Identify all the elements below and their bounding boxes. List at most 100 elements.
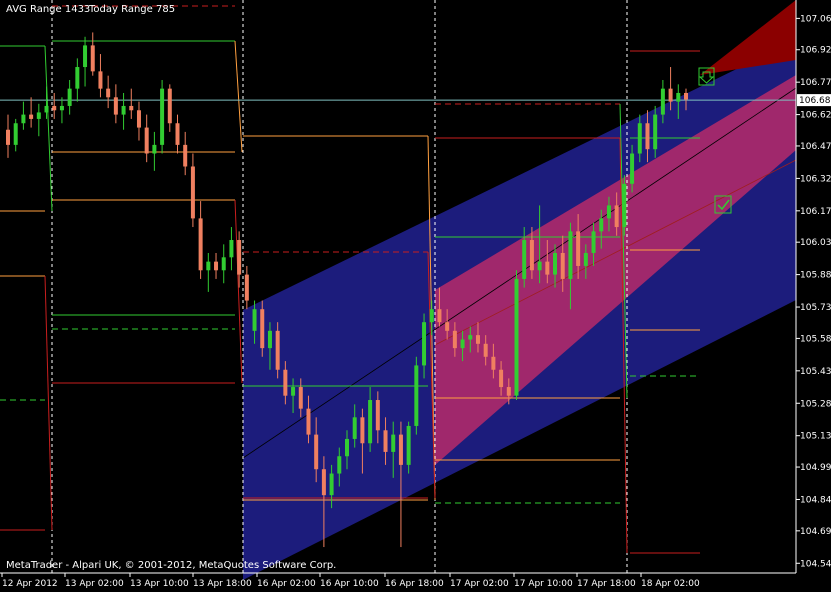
candle-body-33 [260,309,265,349]
y-tick-label-8: 105.880 [800,271,831,281]
candle-body-14 [113,97,118,115]
y-tick-label-10: 105.585 [800,334,831,344]
candle-body-84 [653,114,658,150]
candle-body-21 [167,88,172,124]
y-tick-label-12: 105.285 [800,399,831,409]
candle-body-53 [414,365,419,426]
candle-body-19 [152,144,157,154]
candle-body-39 [306,408,311,435]
candle-body-64 [499,369,504,388]
price-chart[interactable]: 107.065 106.920 106.770 106.620 106.475 106.3… [0,0,831,592]
candle-body-73 [568,231,573,279]
candle-body-24 [190,166,195,219]
candle-body-42 [329,473,334,496]
x-tick-label-3: 13 Apr 18:00 [193,579,252,589]
candle-body-0 [6,129,10,145]
candle-body-7 [59,105,64,111]
x-tick-label-5: 16 Apr 10:00 [320,579,379,589]
candle-body-16 [129,105,134,111]
candle-body-26 [206,261,211,271]
candle-body-71 [553,252,558,275]
candle-body-83 [645,123,650,150]
y-tick-label-14: 104.990 [800,463,831,473]
candle-body-4 [36,112,41,119]
avg-range-label: AVG Range 1433 [6,4,91,15]
x-tick-label-9: 17 Apr 18:00 [577,579,636,589]
x-tick-label-10: 18 Apr 02:00 [641,579,700,589]
candle-body-82 [637,123,642,154]
x-tick-label-1: 13 Apr 02:00 [65,579,124,589]
candle-body-79 [614,205,619,228]
candle-body-63 [491,356,496,370]
candle-body-35 [275,330,280,370]
candle-body-55 [429,309,434,323]
candle-body-60 [468,335,473,340]
candle-body-70 [545,261,550,275]
candle-body-43 [337,456,342,474]
y-tick-label-4: 106.475 [800,142,831,152]
candle-body-87 [676,92,681,102]
candle-body-75 [583,252,588,266]
y-tick-label-11: 105.435 [800,367,831,377]
candle-body-68 [529,240,534,271]
candle-body-54 [422,322,427,366]
candle-body-86 [668,88,673,102]
candle-body-50 [391,434,396,452]
candle-body-44 [345,438,349,457]
chart-window: 107.065 106.920 106.770 106.620 106.475 106.3… [0,0,831,592]
candle-body-56 [437,309,442,323]
candle-body-40 [314,434,319,470]
candle-body-2 [21,114,26,124]
y-tick-label-9: 105.730 [800,303,831,313]
candle-body-88 [684,92,688,100]
candle-body-58 [452,330,457,349]
y-tick-label-1: 106.920 [800,46,831,56]
candle-body-76 [591,231,596,253]
candle-body-1 [13,123,18,145]
candle-body-12 [98,71,103,89]
candle-body-69 [537,261,542,271]
level-connector-4 [44,275,53,531]
level-connector-1 [234,40,243,153]
candle-body-66 [514,278,519,396]
candle-body-51 [398,434,403,465]
today-range-label: Today Range 785 [89,4,176,15]
candle-body-18 [144,127,149,154]
candle-body-61 [475,335,480,344]
y-tick-label-16: 104.695 [800,527,831,537]
candle-body-74 [576,231,581,266]
y-tick-label-6: 106.175 [800,207,831,217]
candle-body-34 [267,330,272,349]
candle-body-3 [29,114,34,119]
y-tick-label-2: 106.770 [800,78,831,88]
candle-body-67 [522,240,527,279]
candle-body-46 [360,417,365,444]
x-tick-label-2: 13 Apr 10:00 [130,579,189,589]
candle-body-6 [52,105,57,111]
candle-body-13 [106,88,111,98]
candle-body-30 [237,240,242,275]
candle-body-52 [406,425,411,465]
y-tick-label-3: 106.620 [800,111,831,121]
candle-body-36 [283,369,288,396]
copyright-label: MetaTrader - Alpari UK, © 2001-2012, Met… [6,560,337,571]
candle-body-29 [229,240,234,258]
candle-body-38 [298,387,303,409]
current-price-tag-label: 106.687 [799,96,831,106]
candle-body-57 [445,322,450,331]
candle-body-20 [160,88,165,145]
candle-body-45 [352,417,357,439]
candle-body-59 [460,339,465,349]
candle-body-78 [606,205,611,219]
candle-body-47 [368,400,373,444]
candle-body-8 [67,88,72,106]
y-tick-label-0: 107.065 [800,14,831,24]
candle-body-48 [375,400,380,431]
candle-body-11 [90,45,95,72]
candle-body-77 [599,218,604,232]
candle-body-5 [44,105,49,113]
candle-body-65 [506,387,511,396]
candle-body-23 [183,144,188,167]
candle-body-22 [175,123,180,145]
y-tick-label-13: 105.135 [800,432,831,442]
